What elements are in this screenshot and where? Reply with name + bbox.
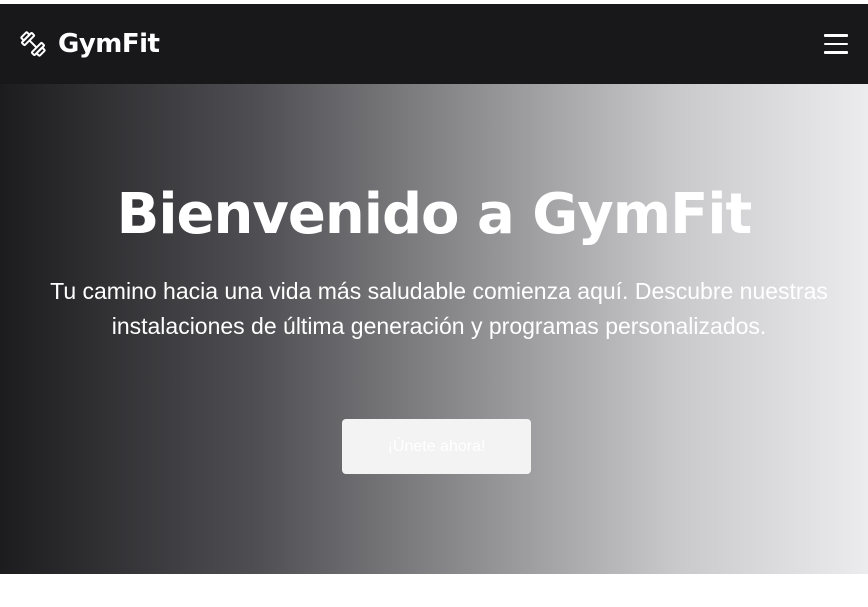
- menu-bar-middle: [824, 42, 848, 46]
- menu-bar-top: [824, 34, 848, 37]
- page: GymFit Bienvenido a GymFit Tu camino hac…: [0, 0, 868, 607]
- menu-bar-bottom: [824, 51, 848, 54]
- hero-subtitle: Tu camino hacia una vida más saludable c…: [50, 278, 828, 339]
- hero-title: Bienvenido a GymFit: [116, 182, 753, 247]
- navbar: GymFit: [0, 4, 868, 84]
- hero-section: Bienvenido a GymFit Tu camino hacia una …: [0, 84, 868, 574]
- dumbbell-icon: [18, 29, 48, 59]
- join-now-button[interactable]: ¡Únete ahora!: [342, 419, 531, 474]
- brand-link[interactable]: GymFit: [18, 29, 160, 59]
- hamburger-menu-icon[interactable]: [824, 30, 852, 58]
- brand-name: GymFit: [58, 29, 160, 59]
